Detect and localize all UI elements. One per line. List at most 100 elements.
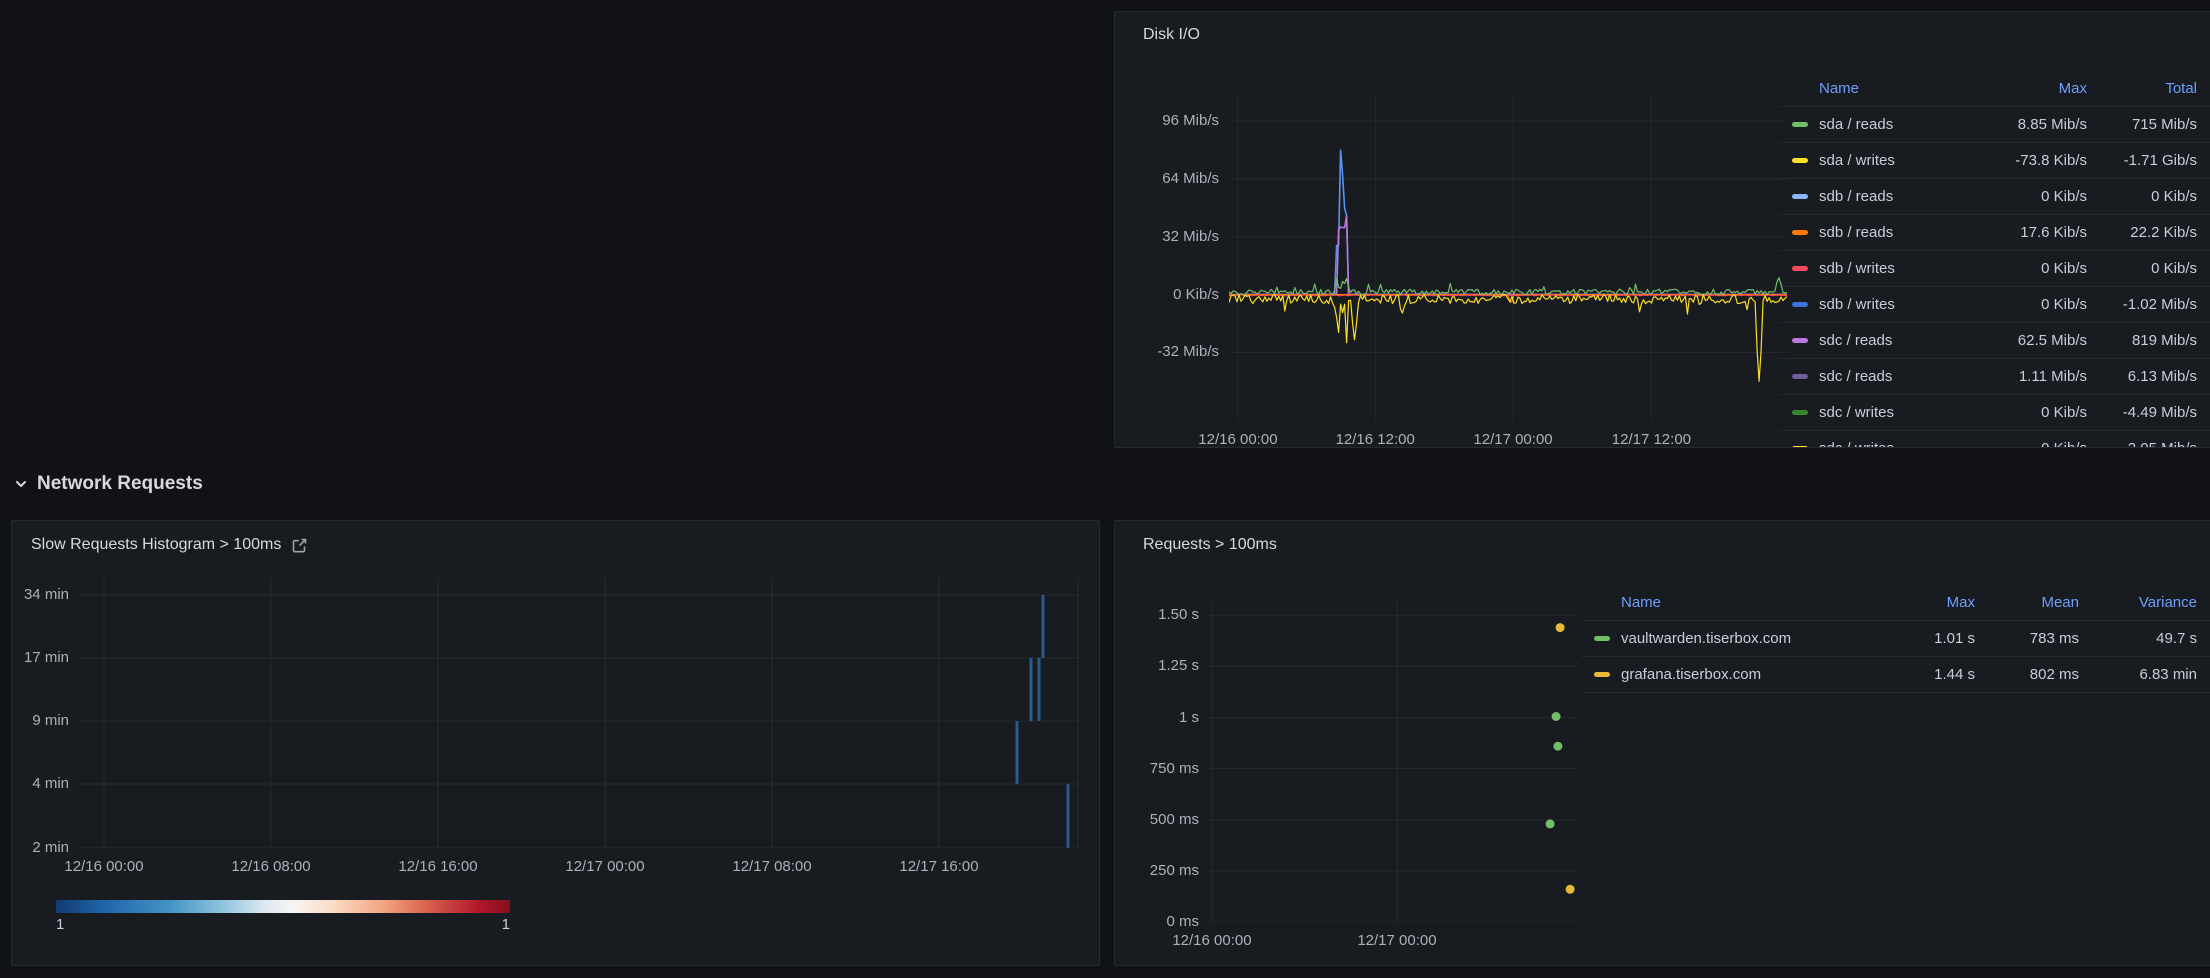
y-tick-label: 4 min	[11, 775, 69, 793]
series-color-swatch[interactable]	[1792, 266, 1808, 271]
legend-series-name[interactable]: sda / writes	[1819, 152, 1973, 169]
legend-row: sdb / writes0 Kib/s0 Kib/s	[1779, 251, 2210, 287]
legend-series-name[interactable]: sdc / writes	[1819, 440, 1973, 448]
legend-row: sdc / writes0 Kib/s-4.49 Mib/s	[1779, 395, 2210, 431]
y-tick-label: 1.25 s	[1119, 657, 1199, 675]
legend-series-name[interactable]: sdc / reads	[1819, 368, 1973, 385]
series-line	[1229, 278, 1787, 295]
x-tick-label: 12/16 08:00	[231, 858, 310, 876]
legend-swatch-cell	[1581, 636, 1621, 641]
heatmap-cell	[1067, 784, 1070, 848]
y-tick-label: 34 min	[11, 586, 69, 604]
legend-header-max[interactable]: Max	[1973, 80, 2089, 97]
y-tick-label: 250 ms	[1119, 862, 1199, 880]
heatmap-colorbar-labels: 1 1	[56, 916, 510, 933]
panel-slow-requests-histogram: Slow Requests Histogram > 100ms 1 1 34 m…	[11, 520, 1100, 966]
series-color-swatch[interactable]	[1792, 302, 1808, 307]
heatmap-cell	[1030, 658, 1033, 721]
legend-row: sda / writes-73.8 Kib/s-1.71 Gib/s	[1779, 143, 2210, 179]
x-tick-label: 12/17 12:00	[1612, 431, 1691, 448]
legend-header-row: NameMaxMeanVariance	[1581, 585, 2210, 621]
scatter-point	[1546, 819, 1555, 828]
y-tick-label: 500 ms	[1119, 811, 1199, 829]
panel-title-text: Disk I/O	[1143, 26, 1200, 44]
legend-value: -1.02 Mib/s	[2089, 296, 2210, 313]
legend-swatch-cell	[1581, 672, 1621, 677]
legend-series-name[interactable]: vaultwarden.tiserbox.com	[1621, 630, 1877, 647]
legend-series-name[interactable]: sdc / writes	[1819, 404, 1973, 421]
scatter-point	[1556, 623, 1565, 632]
section-title: Network Requests	[37, 473, 203, 495]
legend-header-max[interactable]: Max	[1877, 594, 1977, 611]
series-color-swatch[interactable]	[1792, 446, 1808, 448]
panel-requests-100ms: Requests > 100ms NameMaxMeanVariancevaul…	[1114, 520, 2210, 966]
panel-title-slow-requests-histogram[interactable]: Slow Requests Histogram > 100ms	[31, 536, 308, 554]
y-tick-label: 9 min	[11, 712, 69, 730]
legend-series-name[interactable]: sdb / writes	[1819, 296, 1973, 313]
series-color-swatch[interactable]	[1792, 122, 1808, 127]
y-tick-label: 96 Mib/s	[1129, 112, 1219, 130]
section-row-network-requests[interactable]: Network Requests	[14, 473, 203, 495]
legend-series-name[interactable]: sdb / reads	[1819, 224, 1973, 241]
legend-row: sdb / reads17.6 Kib/s22.2 Kib/s	[1779, 215, 2210, 251]
y-tick-label: 17 min	[11, 649, 69, 667]
series-color-swatch[interactable]	[1792, 230, 1808, 235]
legend-value: 22.2 Kib/s	[2089, 224, 2210, 241]
legend-value: 1.01 s	[1877, 630, 1977, 647]
x-tick-label: 12/17 00:00	[1473, 431, 1552, 448]
legend-header-mean[interactable]: Mean	[1977, 594, 2081, 611]
legend-value: 8.85 Mib/s	[1973, 116, 2089, 133]
external-link-icon[interactable]	[291, 537, 308, 554]
legend-row: vaultwarden.tiserbox.com1.01 s783 ms49.7…	[1581, 621, 2210, 657]
scatter-point	[1553, 742, 1562, 751]
series-color-swatch[interactable]	[1792, 158, 1808, 163]
grafana-dashboard: Disk I/O NameMaxTotalsda / reads8.85 Mib…	[0, 0, 2210, 978]
legend-header-variance[interactable]: Variance	[2081, 594, 2210, 611]
x-tick-label: 12/17 08:00	[732, 858, 811, 876]
slow-requests-heatmap-chart[interactable]	[79, 578, 1079, 848]
legend-row: sdc / reads1.11 Mib/s6.13 Mib/s	[1779, 359, 2210, 395]
disk-io-chart[interactable]	[1229, 96, 1787, 421]
legend-value: 0 Kib/s	[2089, 188, 2210, 205]
legend-header-total[interactable]: Total	[2089, 80, 2210, 97]
panel-title-requests-100ms[interactable]: Requests > 100ms	[1143, 536, 1277, 554]
legend-swatch-cell	[1779, 230, 1819, 235]
x-tick-label: 12/16 00:00	[1198, 431, 1277, 448]
legend-swatch-cell	[1779, 374, 1819, 379]
series-color-swatch[interactable]	[1792, 338, 1808, 343]
y-tick-label: 64 Mib/s	[1129, 170, 1219, 188]
series-line	[1229, 150, 1787, 294]
legend-value: 6.83 min	[2081, 666, 2210, 683]
legend-series-name[interactable]: sdb / writes	[1819, 260, 1973, 277]
legend-series-name[interactable]: sdb / reads	[1819, 188, 1973, 205]
legend-series-name[interactable]: grafana.tiserbox.com	[1621, 666, 1877, 683]
panel-title-disk-io[interactable]: Disk I/O	[1143, 26, 1200, 44]
legend-value: 0 Kib/s	[1973, 440, 2089, 448]
legend-value: -73.8 Kib/s	[1973, 152, 2089, 169]
requests-scatter-chart[interactable]	[1209, 601, 1579, 922]
legend-row: sda / reads8.85 Mib/s715 Mib/s	[1779, 107, 2210, 143]
series-line	[1229, 295, 1787, 382]
legend-swatch-cell	[1779, 410, 1819, 415]
x-tick-label: 12/16 00:00	[64, 858, 143, 876]
legend-header-name[interactable]: Name	[1621, 594, 1877, 611]
legend-row: sdc / writes0 Kib/s-2.05 Mib/s	[1779, 431, 2210, 448]
legend-value: 819 Mib/s	[2089, 332, 2210, 349]
x-tick-label: 12/16 00:00	[1172, 932, 1251, 950]
series-color-swatch[interactable]	[1594, 672, 1610, 677]
legend-series-name[interactable]: sda / reads	[1819, 116, 1973, 133]
series-color-swatch[interactable]	[1594, 636, 1610, 641]
legend-swatch-cell	[1779, 266, 1819, 271]
legend-swatch-cell	[1779, 302, 1819, 307]
y-tick-label: 1 s	[1119, 709, 1199, 727]
x-tick-label: 12/17 00:00	[1357, 932, 1436, 950]
legend-value: -1.71 Gib/s	[2089, 152, 2210, 169]
series-color-swatch[interactable]	[1792, 374, 1808, 379]
heatmap-cell	[1038, 658, 1041, 721]
series-color-swatch[interactable]	[1792, 194, 1808, 199]
legend-series-name[interactable]: sdc / reads	[1819, 332, 1973, 349]
legend-header-name[interactable]: Name	[1819, 80, 1973, 97]
panel-disk-io: Disk I/O NameMaxTotal sda / reads8.85 Mib…	[1114, 11, 2210, 448]
legend-swatch-cell	[1779, 338, 1819, 343]
series-color-swatch[interactable]	[1792, 410, 1808, 415]
